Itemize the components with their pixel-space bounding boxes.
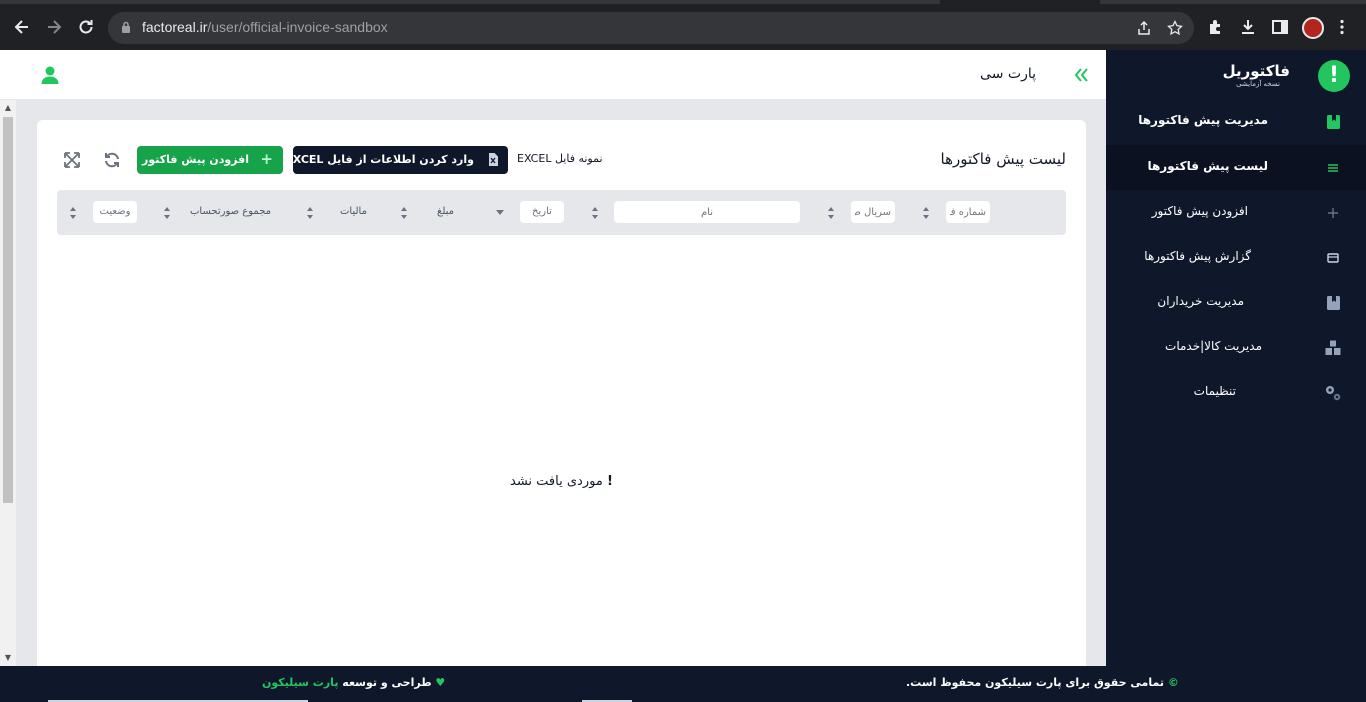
tab-indicator bbox=[1100, 0, 1366, 4]
import-excel-label: وارد کردن اطلاعات از فایل EXCEL bbox=[285, 153, 474, 166]
date-filter[interactable]: تاریخ bbox=[520, 201, 564, 223]
downloads-button[interactable] bbox=[1238, 18, 1258, 38]
copyright-text: تمامی حقوق برای پارت سیلیکون محفوظ است. bbox=[906, 676, 1164, 689]
side-panel-icon bbox=[1272, 20, 1288, 34]
extensions-button[interactable] bbox=[1206, 18, 1226, 38]
sort-icon[interactable] bbox=[922, 206, 930, 220]
heart-icon: ♥ bbox=[435, 676, 446, 689]
browser-menu-button[interactable] bbox=[1332, 18, 1352, 38]
double-chevron-icon[interactable] bbox=[1072, 66, 1090, 84]
brand-name: فاکتوریل bbox=[1222, 62, 1290, 80]
exclamation-logo-icon: ! bbox=[1318, 60, 1350, 92]
sidebar-item-invoice-list[interactable]: لیست پیش فاکتورها bbox=[1106, 145, 1366, 190]
share-icon[interactable] bbox=[1136, 20, 1152, 36]
sidebar-item-goods-services[interactable]: مدیریت کالا|خدمات bbox=[1106, 325, 1366, 370]
serial-input[interactable] bbox=[851, 201, 895, 223]
puzzle-icon bbox=[1210, 20, 1220, 34]
sidebar-item-label: مدیریت خریداران bbox=[1157, 294, 1244, 308]
forward-button[interactable] bbox=[44, 17, 64, 37]
sidebar-item-buyer-management[interactable]: مدیریت خریداران bbox=[1106, 280, 1366, 325]
sort-icon[interactable] bbox=[591, 206, 599, 220]
sidebar-item-label: تنظیمات bbox=[1193, 384, 1236, 398]
lock-icon bbox=[122, 21, 130, 33]
sample-excel-link[interactable]: نمونه فایل EXCEL bbox=[517, 152, 603, 165]
url-host: factoreal.ir bbox=[142, 19, 208, 35]
plus-icon: + bbox=[260, 150, 273, 168]
arrow-right-icon bbox=[48, 20, 62, 34]
empty-state: ! موردی یافت نشد bbox=[510, 474, 613, 489]
table-filter-header: تاریخ مبلغ مالیات مجموع صورتحساب وضعیت bbox=[57, 190, 1066, 235]
sidebar-item-label: گزارش پیش فاکتورها bbox=[1144, 249, 1251, 263]
tax-column-label: مالیات bbox=[340, 206, 367, 217]
sidebar: ! فاکتوریل نسخه آزمایشی مدیریت پیش فاکتو… bbox=[1106, 50, 1366, 666]
sidebar-item-label: افزودن پیش فاکتور bbox=[1151, 204, 1248, 218]
empty-state-message: موردی یافت نشد bbox=[510, 474, 603, 489]
reload-button[interactable] bbox=[76, 17, 96, 37]
address-bar[interactable]: factoreal.ir/user/official-invoice-sandb… bbox=[108, 12, 1194, 44]
sidebar-item-label: لیست پیش فاکتورها bbox=[1147, 159, 1268, 173]
card-title: لیست پیش فاکتورها bbox=[940, 150, 1066, 168]
design-credit: ♥ طراحی و توسعه پارت سیلیکون bbox=[262, 676, 445, 689]
scroll-down-arrow[interactable]: ▼ bbox=[4, 654, 12, 662]
sort-icon[interactable] bbox=[827, 206, 835, 220]
footer: © تمامی حقوق برای پارت سیلیکون محفوظ است… bbox=[0, 666, 1366, 702]
boxes-icon bbox=[1325, 340, 1341, 355]
report-icon bbox=[1327, 253, 1339, 263]
user-icon[interactable] bbox=[40, 65, 60, 85]
brand-version: نسخه آزمایشی bbox=[1236, 80, 1280, 88]
sort-icon[interactable] bbox=[69, 206, 77, 220]
url-path: /user/official-invoice-sandbox bbox=[207, 19, 388, 35]
dropdown-caret-icon[interactable] bbox=[496, 210, 504, 215]
bookmark-icon bbox=[1327, 115, 1340, 129]
bookmark-icon bbox=[1327, 296, 1340, 310]
add-invoice-label: افزودن پیش فاکتور bbox=[142, 153, 249, 166]
amount-column-label: مبلغ bbox=[437, 206, 455, 217]
list-icon bbox=[1328, 164, 1338, 172]
design-credit-prefix: طراحی و توسعه bbox=[342, 676, 432, 689]
excel-file-icon bbox=[489, 153, 498, 166]
sidebar-item-invoice-management[interactable]: مدیریت پیش فاکتورها bbox=[1106, 99, 1366, 144]
top-header: پارت سی bbox=[0, 50, 1106, 100]
workspace-title: پارت سی bbox=[980, 66, 1036, 82]
scrollbar-thumb[interactable] bbox=[3, 117, 13, 503]
reload-icon bbox=[79, 20, 93, 34]
tab-strip bbox=[0, 0, 1366, 8]
expand-icon[interactable] bbox=[63, 151, 81, 169]
design-credit-company-link[interactable]: پارت سیلیکون bbox=[262, 676, 338, 689]
total-column-label: مجموع صورتحساب bbox=[190, 206, 272, 217]
browser-chrome: factoreal.ir/user/official-invoice-sandb… bbox=[0, 0, 1366, 50]
gears-icon bbox=[1326, 386, 1341, 401]
brand[interactable]: ! فاکتوریل نسخه آزمایشی bbox=[1110, 60, 1350, 100]
sidebar-item-add-invoice[interactable]: افزودن پیش فاکتور bbox=[1106, 190, 1366, 235]
sort-icon[interactable] bbox=[400, 206, 408, 220]
plus-icon bbox=[1328, 208, 1338, 218]
back-button[interactable] bbox=[12, 17, 32, 37]
download-icon bbox=[1242, 20, 1254, 34]
invoice-number-input[interactable] bbox=[946, 201, 990, 223]
status-filter[interactable]: وضعیت bbox=[93, 201, 137, 223]
sort-icon[interactable] bbox=[163, 206, 171, 220]
name-input[interactable] bbox=[614, 201, 800, 223]
copyright-icon: © bbox=[1167, 676, 1179, 689]
arrow-left-icon bbox=[14, 20, 28, 34]
url-text: factoreal.ir/user/official-invoice-sandb… bbox=[142, 19, 388, 35]
empty-state-mark: ! bbox=[606, 474, 613, 489]
add-invoice-button[interactable]: + افزودن پیش فاکتور bbox=[137, 146, 283, 174]
side-panel-button[interactable] bbox=[1270, 18, 1290, 38]
sidebar-item-label: مدیریت پیش فاکتورها bbox=[1138, 113, 1268, 127]
profile-avatar[interactable] bbox=[1302, 17, 1324, 39]
copyright: © تمامی حقوق برای پارت سیلیکون محفوظ است… bbox=[906, 676, 1179, 689]
sidebar-item-settings[interactable]: تنظیمات bbox=[1106, 370, 1366, 415]
sort-icon[interactable] bbox=[306, 206, 314, 220]
sidebar-item-invoice-report[interactable]: گزارش پیش فاکتورها bbox=[1106, 235, 1366, 280]
refresh-icon[interactable] bbox=[103, 151, 121, 169]
kebab-menu-icon bbox=[1340, 19, 1344, 35]
tab-indicator bbox=[0, 0, 940, 4]
scroll-up-arrow[interactable]: ▲ bbox=[4, 104, 12, 112]
bookmark-star-icon[interactable] bbox=[1167, 20, 1183, 36]
vertical-scrollbar[interactable]: ▲ ▼ bbox=[0, 100, 16, 666]
import-excel-button[interactable]: وارد کردن اطلاعات از فایل EXCEL bbox=[285, 146, 508, 174]
invoice-list-card: لیست پیش فاکتورها نمونه فایل EXCEL وارد … bbox=[37, 120, 1086, 680]
sidebar-item-label: مدیریت کالا|خدمات bbox=[1165, 339, 1262, 353]
